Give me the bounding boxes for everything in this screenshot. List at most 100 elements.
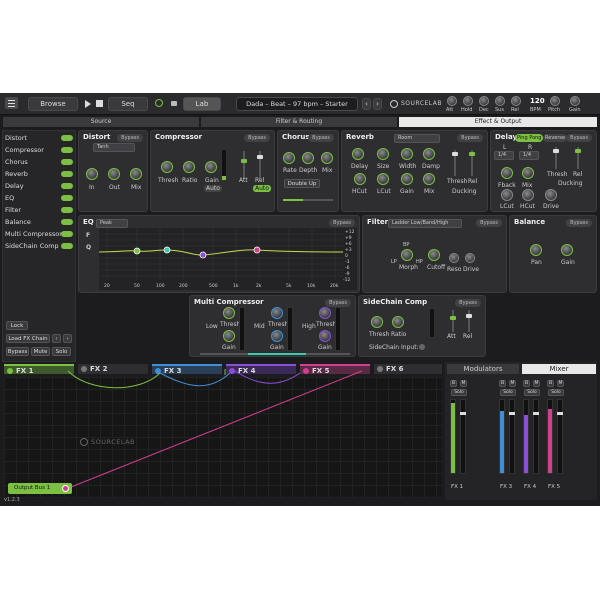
sidebar-item-reverb[interactable]: Reverb (5, 169, 73, 179)
att-knob[interactable] (447, 96, 457, 106)
lock-button[interactable]: Lock (6, 321, 28, 330)
bypass-toggle[interactable]: Bypass (476, 219, 502, 227)
thresh-slider[interactable] (553, 147, 559, 169)
chorus-slider[interactable] (283, 199, 333, 201)
toggle[interactable] (61, 243, 73, 249)
hcut-knob[interactable] (354, 173, 366, 185)
ch3-solo-button[interactable]: Solo (500, 389, 516, 396)
sidebar-item-filter[interactable]: Filter (5, 205, 73, 215)
tab-filter-routing[interactable]: Filter & Routing (201, 117, 397, 127)
lcut-knob[interactable] (501, 189, 513, 201)
filter-mode-select[interactable]: Ladder Low/Band/High (388, 219, 462, 228)
lcut-knob[interactable] (377, 173, 389, 185)
gain-knob[interactable] (205, 161, 217, 173)
ratio-knob[interactable] (183, 161, 195, 173)
tab-effect-output[interactable]: Effect & Output (399, 117, 597, 127)
auto-toggle[interactable]: Auto (204, 185, 222, 192)
sidebar-item-eq[interactable]: EQ (5, 193, 73, 203)
ch3-b-button[interactable]: B (499, 380, 506, 387)
bypass-toggle[interactable]: Bypass (117, 134, 143, 142)
toggle[interactable] (61, 183, 73, 189)
sc-thresh-knob[interactable] (371, 316, 383, 328)
dec-knob[interactable] (479, 96, 489, 106)
next-chain-button[interactable]: › (63, 334, 72, 343)
rel-knob[interactable] (511, 96, 521, 106)
bypass-button[interactable]: Bypass (6, 347, 29, 356)
out-knob[interactable] (108, 168, 120, 180)
att-slider[interactable] (241, 151, 247, 179)
ping-pong-toggle[interactable]: Ping Pong (515, 134, 544, 142)
mid-gain-knob[interactable] (271, 330, 283, 342)
reso-knob[interactable] (449, 253, 459, 263)
ch5-fader[interactable] (557, 399, 563, 474)
balance-gain-knob[interactable] (561, 244, 573, 256)
damp-knob[interactable] (423, 148, 435, 160)
browse-button[interactable]: Browse (28, 97, 78, 111)
sidechain-input-toggle[interactable] (419, 344, 425, 350)
bypass-toggle[interactable]: Bypass (455, 299, 481, 307)
next-preset-button[interactable]: › (373, 98, 382, 110)
eq-band-3-handle[interactable] (199, 251, 207, 259)
play-icon[interactable] (85, 100, 91, 108)
reverse-toggle[interactable]: Reverse (543, 134, 568, 142)
eq-band-1-handle[interactable] (133, 247, 141, 255)
depth-knob[interactable] (302, 152, 314, 164)
high-gain-knob[interactable] (319, 330, 331, 342)
mix-knob[interactable] (423, 173, 435, 185)
bypass-toggle[interactable]: Bypass (329, 219, 355, 227)
sidebar-item-multi-compressor[interactable]: Multi Compressor (5, 229, 73, 239)
rel-auto-toggle[interactable]: Auto (253, 185, 271, 192)
output-port[interactable] (62, 485, 69, 492)
thresh-knob[interactable] (161, 161, 173, 173)
ch5-b-button[interactable]: B (547, 380, 554, 387)
high-thresh-knob[interactable] (319, 307, 331, 319)
thresh-slider[interactable] (452, 150, 458, 176)
gain-knob[interactable] (570, 96, 580, 106)
mix-knob[interactable] (522, 167, 534, 179)
ch1-m-button[interactable]: M (460, 380, 467, 387)
toggle[interactable] (61, 195, 73, 201)
prev-chain-button[interactable]: ‹ (52, 334, 61, 343)
gain-knob[interactable] (401, 173, 413, 185)
load-fx-chain-button[interactable]: Load FX Chain (6, 334, 50, 343)
ch4-fader[interactable] (533, 399, 539, 474)
bypass-toggle[interactable]: Bypass (566, 134, 592, 142)
sus-knob[interactable] (495, 96, 505, 106)
sidebar-item-distort[interactable]: Distort (5, 133, 73, 143)
sidebar-item-sidechain-comp[interactable]: SideChain Comp (5, 241, 73, 251)
ch4-m-button[interactable]: M (533, 380, 540, 387)
ch3-m-button[interactable]: M (509, 380, 516, 387)
rel-slider[interactable] (469, 150, 475, 176)
eq-band-2-handle[interactable] (163, 246, 171, 254)
sc-ratio-knob[interactable] (392, 316, 404, 328)
eq-band-4-handle[interactable] (253, 246, 261, 254)
delay-knob[interactable] (352, 148, 364, 160)
size-knob[interactable] (377, 148, 389, 160)
bypass-toggle[interactable]: Bypass (566, 219, 592, 227)
sidebar-item-chorus[interactable]: Chorus (5, 157, 73, 167)
mute-button[interactable]: Mute (31, 347, 50, 356)
reverb-room-select[interactable]: Room (394, 134, 440, 143)
morph-knob[interactable] (401, 249, 413, 261)
toggle[interactable] (61, 219, 73, 225)
width-knob[interactable] (401, 148, 413, 160)
drive-knob[interactable] (465, 253, 475, 263)
ch4-solo-button[interactable]: Solo (524, 389, 540, 396)
ch5-m-button[interactable]: M (557, 380, 564, 387)
toggle[interactable] (61, 135, 73, 141)
toggle[interactable] (61, 159, 73, 165)
ch1-b-button[interactable]: B (450, 380, 457, 387)
tab-modulators[interactable]: Modulators (447, 364, 519, 374)
sc-att-slider[interactable] (450, 310, 456, 332)
mid-thresh-knob[interactable] (271, 307, 283, 319)
tab-source[interactable]: Source (3, 117, 199, 127)
ch1-solo-button[interactable]: Solo (451, 389, 467, 396)
ch4-b-button[interactable]: B (523, 380, 530, 387)
power-icon[interactable] (155, 99, 163, 107)
preset-field[interactable]: Dada – Beat – 97 bpm – Starter (236, 97, 358, 111)
double-up-button[interactable]: Double Up (284, 179, 320, 188)
ch3-fader[interactable] (509, 399, 515, 474)
lab-button[interactable]: Lab (183, 97, 221, 111)
mix-knob[interactable] (130, 168, 142, 180)
rel-slider[interactable] (257, 151, 263, 179)
